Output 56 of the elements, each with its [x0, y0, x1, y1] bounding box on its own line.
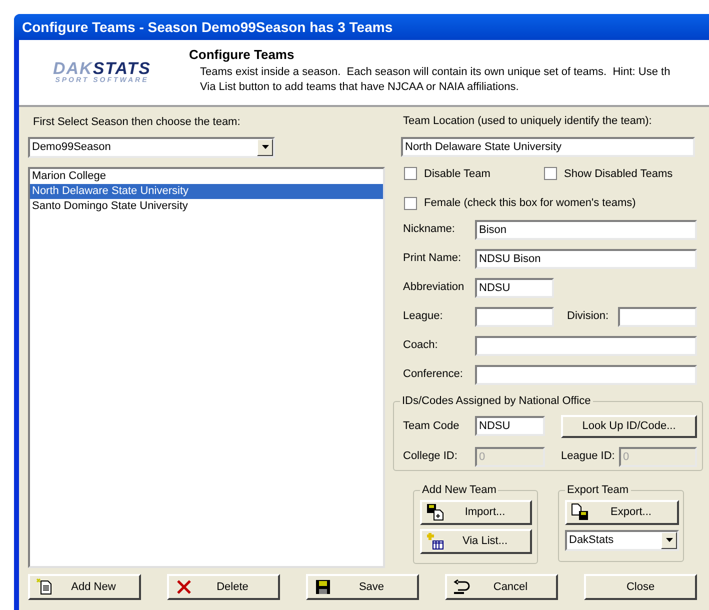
add-list-icon [426, 532, 444, 550]
add-team-button[interactable]: Import... [420, 500, 532, 524]
field-label: Team Code [403, 418, 460, 434]
field-label: College ID: [403, 449, 458, 464]
dialog-button[interactable]: Save [306, 574, 419, 600]
delete-icon [175, 578, 193, 596]
export-icon [571, 503, 589, 521]
field-label: League ID: [561, 449, 616, 464]
header-title: Configure Teams [189, 46, 296, 64]
text-field[interactable]: NDSU [475, 416, 545, 436]
lookup-button[interactable]: Look Up ID/Code... [561, 414, 697, 438]
field-label: Coach: [403, 338, 439, 354]
dropdown[interactable]: Demo99Season [28, 136, 275, 158]
field-label: Team Location (used to uniquely identify the team): [403, 114, 653, 129]
import-icon [426, 503, 444, 521]
logo-text: DAK [52, 60, 93, 77]
field-label: League: [403, 309, 444, 324]
field-label: Conference: [403, 367, 464, 382]
season-label: First Select Season then choose the team: [33, 115, 242, 130]
field-label: Division: [567, 309, 610, 324]
checkbox-label: Disable Team [424, 166, 490, 182]
checkbox[interactable] [404, 196, 417, 210]
dialog-button[interactable]: Cancel [445, 574, 558, 600]
team-list-item[interactable]: Santo Domingo State University [30, 198, 383, 214]
team-list-item[interactable]: Marion College [30, 168, 383, 184]
dialog-button[interactable]: Close [584, 574, 697, 600]
export-button[interactable]: Export... [565, 500, 679, 524]
field-label: Nickname: [403, 222, 456, 238]
text-field[interactable]: NDSU Bison [475, 248, 697, 268]
dialog-button[interactable]: Delete [167, 574, 280, 600]
field-label: Print Name: [403, 251, 462, 266]
header-description: Teams exist inside a season. Each season will contain its own unique set of teams. Hint: Use th [200, 64, 670, 80]
add-team-button[interactable]: Via List... [420, 528, 532, 554]
group-title: IDs/Codes Assigned by National Office [400, 394, 593, 408]
checkbox[interactable] [544, 167, 557, 180]
text-field[interactable] [618, 306, 697, 326]
window-title: Configure Teams - Season Demo99Season has 3 Teams [21, 18, 393, 37]
header-description: Via List button to add teams that have NJCAA or NAIA affiliations. [200, 80, 520, 94]
field-label: Abbreviation [403, 280, 466, 296]
add-document-icon [36, 578, 54, 596]
group-title: Export Team [565, 482, 631, 498]
checkbox-label: Show Disabled Teams [564, 166, 673, 182]
location-field[interactable]: North Delaware State University [401, 136, 695, 156]
text-field[interactable] [475, 336, 697, 356]
text-field[interactable]: NDSU [475, 278, 554, 298]
save-icon [314, 578, 332, 596]
checkbox[interactable] [404, 167, 417, 180]
team-list-item[interactable]: North Delaware State University [30, 184, 383, 198]
undo-icon [453, 578, 471, 596]
logo-text: STATS [92, 60, 152, 77]
dropdown[interactable]: DakStats [565, 530, 679, 550]
text-field[interactable]: Bison [475, 220, 697, 240]
checkbox-label: Female (check this box for women's teams) [424, 196, 636, 211]
dialog-button[interactable]: Add New [28, 574, 141, 600]
text-field[interactable] [475, 306, 554, 326]
text-field[interactable] [475, 364, 697, 384]
